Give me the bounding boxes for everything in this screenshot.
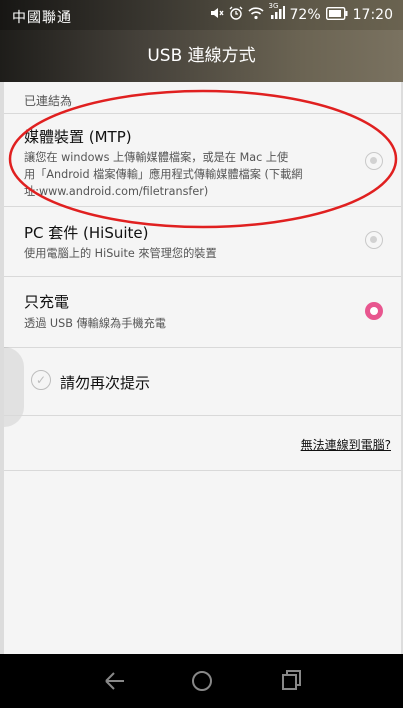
navigation-bar (0, 654, 403, 708)
divider (4, 470, 401, 471)
divider (4, 347, 401, 348)
battery-icon (325, 6, 348, 24)
highlight-ellipse (8, 89, 398, 229)
status-bar: 中國聯通 3G 72% 17:20 (0, 0, 403, 30)
wifi-icon (247, 6, 264, 24)
dont-remind-label: 請勿再次提示 (60, 374, 151, 392)
option-charge-only-desc-line: 透過 USB 傳輸線為手機充電 (24, 317, 166, 330)
checkmark-icon: ✓ (35, 373, 47, 387)
status-icons: 3G 72% 17:20 (210, 2, 393, 24)
dont-remind-checkbox[interactable]: ✓ (31, 370, 51, 390)
recents-icon[interactable] (279, 668, 303, 698)
option-charge-only[interactable]: 只充電 透過 USB 傳輸線為手機充電 (4, 277, 401, 347)
mute-icon (210, 6, 224, 24)
option-hisuite-desc-line: 使用電腦上的 HiSuite 來管理您的裝置 (24, 247, 217, 260)
battery-percent: 72% (289, 7, 321, 23)
signal-icon: 3G (269, 2, 285, 24)
cannot-connect-link[interactable]: 無法連線到電腦? (301, 436, 391, 453)
divider (4, 415, 401, 416)
option-charge-only-radio[interactable] (365, 302, 383, 320)
home-icon[interactable] (190, 668, 214, 698)
back-icon[interactable] (102, 668, 126, 698)
clock-time: 17:20 (352, 7, 393, 23)
option-charge-only-description: 透過 USB 傳輸線為手機充電 (24, 315, 369, 332)
option-charge-only-title: 只充電 (24, 293, 70, 311)
option-hisuite-description: 使用電腦上的 HiSuite 來管理您的裝置 (24, 245, 369, 262)
network-type-label: 3G (268, 2, 279, 10)
alarm-icon (229, 6, 243, 24)
carrier-name: 中國聯通 (12, 10, 72, 26)
page-title: USB 連線方式 (0, 30, 403, 82)
